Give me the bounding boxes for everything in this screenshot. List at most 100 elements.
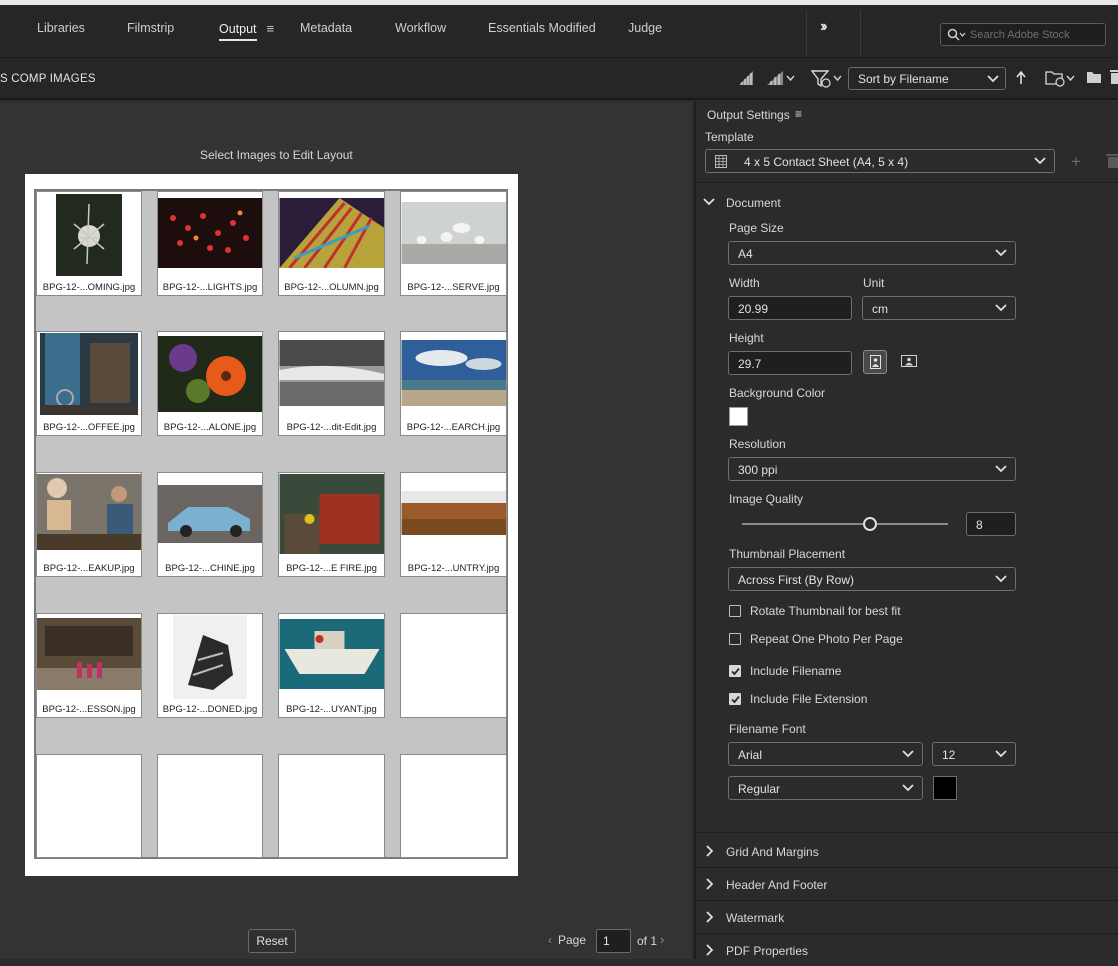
- sort-dropdown[interactable]: Sort by Filename: [848, 67, 1006, 90]
- more-workspaces-icon[interactable]: ››: [820, 18, 827, 36]
- workspace-essentials-modified[interactable]: Essentials Modified: [488, 21, 596, 35]
- font-size-dropdown[interactable]: 12: [932, 742, 1016, 766]
- empty-cell: [157, 754, 263, 858]
- repeat-photo-checkbox[interactable]: [729, 633, 741, 645]
- reset-button[interactable]: Reset: [248, 929, 296, 953]
- empty-cell: [400, 754, 507, 858]
- portrait-orientation-button[interactable]: [863, 350, 887, 374]
- empty-cell: [278, 754, 385, 858]
- page-size-dropdown[interactable]: A4: [728, 241, 1016, 265]
- prev-page-icon[interactable]: ‹: [548, 933, 552, 947]
- thumbnail-filename: BPG-12-...E FIRE.jpg: [286, 563, 377, 574]
- workspace-filmstrip[interactable]: Filmstrip: [127, 21, 174, 35]
- thumbnail-cell[interactable]: BPG-12-...LIGHTS.jpg: [157, 191, 263, 296]
- thumbnail-image: [279, 340, 384, 406]
- chevron-down-icon: [995, 750, 1007, 758]
- page-label: Page: [558, 933, 587, 947]
- chevron-down-icon[interactable]: [703, 197, 715, 207]
- thumbnail-cell[interactable]: BPG-12-...ESSON.jpg: [36, 613, 142, 718]
- background-color-label: Background Color: [729, 386, 826, 400]
- thumbnail-cell[interactable]: BPG-12-...EARCH.jpg: [400, 331, 507, 436]
- chevron-down-icon: [987, 75, 999, 83]
- unit-dropdown[interactable]: cm: [862, 296, 1016, 320]
- thumbnail-cell[interactable]: BPG-12-...OFFEE.jpg: [36, 331, 142, 436]
- pager: ‹ Page: [548, 933, 586, 947]
- thumbnail-cell[interactable]: BPG-12-...ALONE.jpg: [157, 331, 263, 436]
- thumbnail-placement-dropdown[interactable]: Across First (By Row): [728, 567, 1016, 591]
- width-field[interactable]: 20.99: [728, 296, 852, 320]
- image-quality-field[interactable]: 8: [966, 512, 1016, 536]
- new-folder-icon[interactable]: [1086, 70, 1102, 84]
- page-number-input[interactable]: 1: [596, 929, 631, 953]
- thumbnail-image: [279, 198, 384, 268]
- filename-font-label: Filename Font: [729, 722, 806, 736]
- contact-sheet-page: BPG-12-...OMING.jpg BPG-12-...LIGHTS.jpg…: [25, 174, 518, 876]
- thumbnail-quality-icon[interactable]: [765, 70, 797, 86]
- image-quality-slider-track[interactable]: [742, 523, 948, 525]
- include-extension-label: Include File Extension: [750, 692, 868, 706]
- quality-filter-icon[interactable]: [737, 70, 755, 86]
- thumbnail-cell[interactable]: BPG-12-...OMING.jpg: [36, 191, 142, 296]
- thumbnail-filename: BPG-12-...EARCH.jpg: [406, 422, 501, 433]
- thumbnail-cell[interactable]: BPG-12-...EAKUP.jpg: [36, 472, 142, 577]
- thumbnail-filename: BPG-12-...LIGHTS.jpg: [162, 282, 258, 293]
- chevron-down-icon: [902, 784, 914, 792]
- rotate-thumbnail-checkbox[interactable]: [729, 605, 741, 617]
- chevron-down-icon: [995, 249, 1007, 257]
- thumbnail-filename: BPG-12-...OLUMN.jpg: [284, 282, 379, 293]
- breadcrumb[interactable]: S COMP IMAGES: [0, 73, 96, 85]
- thumbnail-cell[interactable]: BPG-12-...UYANT.jpg: [278, 613, 385, 718]
- template-dropdown[interactable]: 4 x 5 Contact Sheet (A4, 5 x 4): [705, 149, 1055, 173]
- chevron-right-icon: [706, 944, 713, 956]
- select-images-label: Select Images to Edit Layout: [200, 148, 353, 162]
- thumbnail-cell[interactable]: BPG-12-...CHINE.jpg: [157, 472, 263, 577]
- section-pdf-properties[interactable]: PDF Properties: [696, 934, 1118, 966]
- rotate-thumbnail-label: Rotate Thumbnail for best fit: [750, 604, 901, 618]
- filter-icon[interactable]: [810, 69, 844, 89]
- thumbnail-cell[interactable]: BPG-12-...dit-Edit.jpg: [278, 331, 385, 436]
- document-section-title[interactable]: Document: [726, 196, 781, 210]
- sort-ascending-icon[interactable]: [1015, 70, 1027, 86]
- include-filename-checkbox[interactable]: [729, 665, 741, 677]
- thumbnail-cell[interactable]: BPG-12-...DONED.jpg: [157, 613, 263, 718]
- next-page-icon[interactable]: ›: [660, 932, 664, 947]
- thumbnail-filename: BPG-12-...OFFEE.jpg: [43, 422, 135, 433]
- thumbnail-cell[interactable]: BPG-12-...SERVE.jpg: [400, 191, 507, 296]
- chevron-right-icon: [706, 911, 713, 923]
- thumbnail-image: [37, 618, 141, 690]
- section-header-and-footer[interactable]: Header And Footer: [696, 868, 1118, 900]
- include-extension-checkbox[interactable]: [729, 693, 741, 705]
- landscape-orientation-button[interactable]: [901, 355, 917, 370]
- workspace-workflow[interactable]: Workflow: [395, 21, 446, 35]
- font-color-swatch[interactable]: [933, 776, 957, 800]
- workspace-output[interactable]: Output ≡: [219, 21, 275, 41]
- hamburger-menu-icon[interactable]: ≡: [267, 21, 275, 36]
- thumbnail-cell[interactable]: BPG-12-...E FIRE.jpg: [278, 472, 385, 577]
- height-field[interactable]: 29.7: [728, 351, 852, 375]
- workspace-judge[interactable]: Judge: [628, 21, 662, 35]
- section-grid-and-margins[interactable]: Grid And Margins: [696, 835, 1118, 867]
- thumbnail-image: [158, 485, 262, 543]
- portrait-icon: [870, 355, 881, 369]
- include-filename-label: Include Filename: [750, 664, 842, 678]
- image-quality-slider-handle[interactable]: [862, 517, 877, 531]
- workspace-bar: Libraries Filmstrip Output ≡ Metadata Wor…: [0, 0, 1118, 57]
- font-style-dropdown[interactable]: Regular: [728, 776, 923, 800]
- add-template-icon[interactable]: +: [1071, 152, 1081, 172]
- panel-menu-icon[interactable]: ≡: [795, 107, 802, 121]
- trash-icon[interactable]: [1110, 69, 1118, 85]
- workspace-metadata[interactable]: Metadata: [300, 21, 352, 35]
- workspace-libraries[interactable]: Libraries: [37, 21, 85, 35]
- chevron-right-icon: [706, 845, 713, 857]
- search-input[interactable]: Search Adobe Stock: [940, 23, 1106, 46]
- font-family-dropdown[interactable]: Arial: [728, 742, 923, 766]
- resolution-dropdown[interactable]: 300 ppi: [728, 457, 1016, 481]
- delete-template-icon[interactable]: [1106, 153, 1118, 169]
- thumbnail-cell[interactable]: BPG-12-...OLUMN.jpg: [278, 191, 385, 296]
- recent-folders-icon[interactable]: [1045, 68, 1077, 88]
- background-color-swatch[interactable]: [729, 407, 748, 426]
- empty-cell: [400, 613, 507, 718]
- thumbnail-filename: BPG-12-...UYANT.jpg: [286, 704, 377, 715]
- thumbnail-cell[interactable]: BPG-12-...UNTRY.jpg: [400, 472, 507, 577]
- section-watermark[interactable]: Watermark: [696, 901, 1118, 933]
